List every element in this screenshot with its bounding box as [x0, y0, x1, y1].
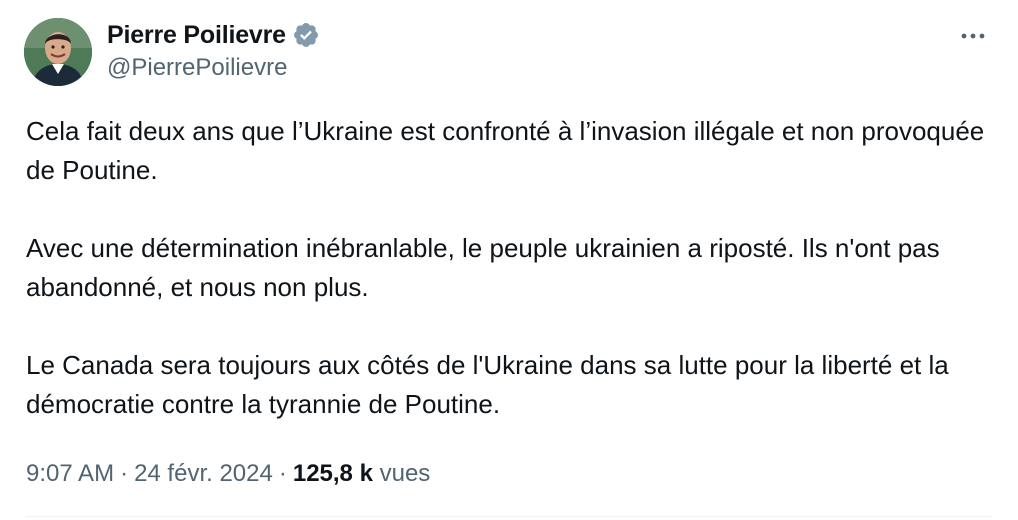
views-label[interactable]: vues — [380, 460, 431, 487]
more-options-button[interactable] — [956, 24, 990, 48]
avatar-photo — [24, 18, 92, 86]
author-name-row: Pierre Poilievre — [107, 18, 320, 52]
more-icon — [961, 33, 985, 39]
avatar[interactable] — [24, 18, 92, 86]
tweet-paragraph: Avec une détermination inébranlable, le … — [26, 233, 940, 302]
views-count[interactable]: 125,8 k — [293, 460, 373, 487]
meta-separator: · — [278, 460, 287, 487]
tweet-paragraph: Cela fait deux ans que l’Ukraine est con… — [26, 116, 985, 185]
tweet-paragraph: Le Canada sera toujours aux côtés de l'U… — [26, 350, 949, 419]
tweet-time[interactable]: 9:07 AM — [26, 460, 114, 487]
meta-separator: · — [120, 460, 129, 487]
verified-badge-icon[interactable] — [292, 21, 320, 49]
tweet-date[interactable]: 24 févr. 2024 — [134, 460, 273, 487]
author-handle[interactable]: @PierrePoilievre — [107, 54, 287, 82]
divider — [26, 516, 992, 517]
tweet-card: Pierre Poilievre @PierrePoilievre Cela f… — [0, 0, 1018, 520]
tweet-text: Cela fait deux ans que l’Ukraine est con… — [26, 112, 996, 424]
author-name[interactable]: Pierre Poilievre — [107, 21, 286, 50]
tweet-meta: 9:07 AM · 24 févr. 2024 · 125,8 k vues — [26, 458, 430, 490]
